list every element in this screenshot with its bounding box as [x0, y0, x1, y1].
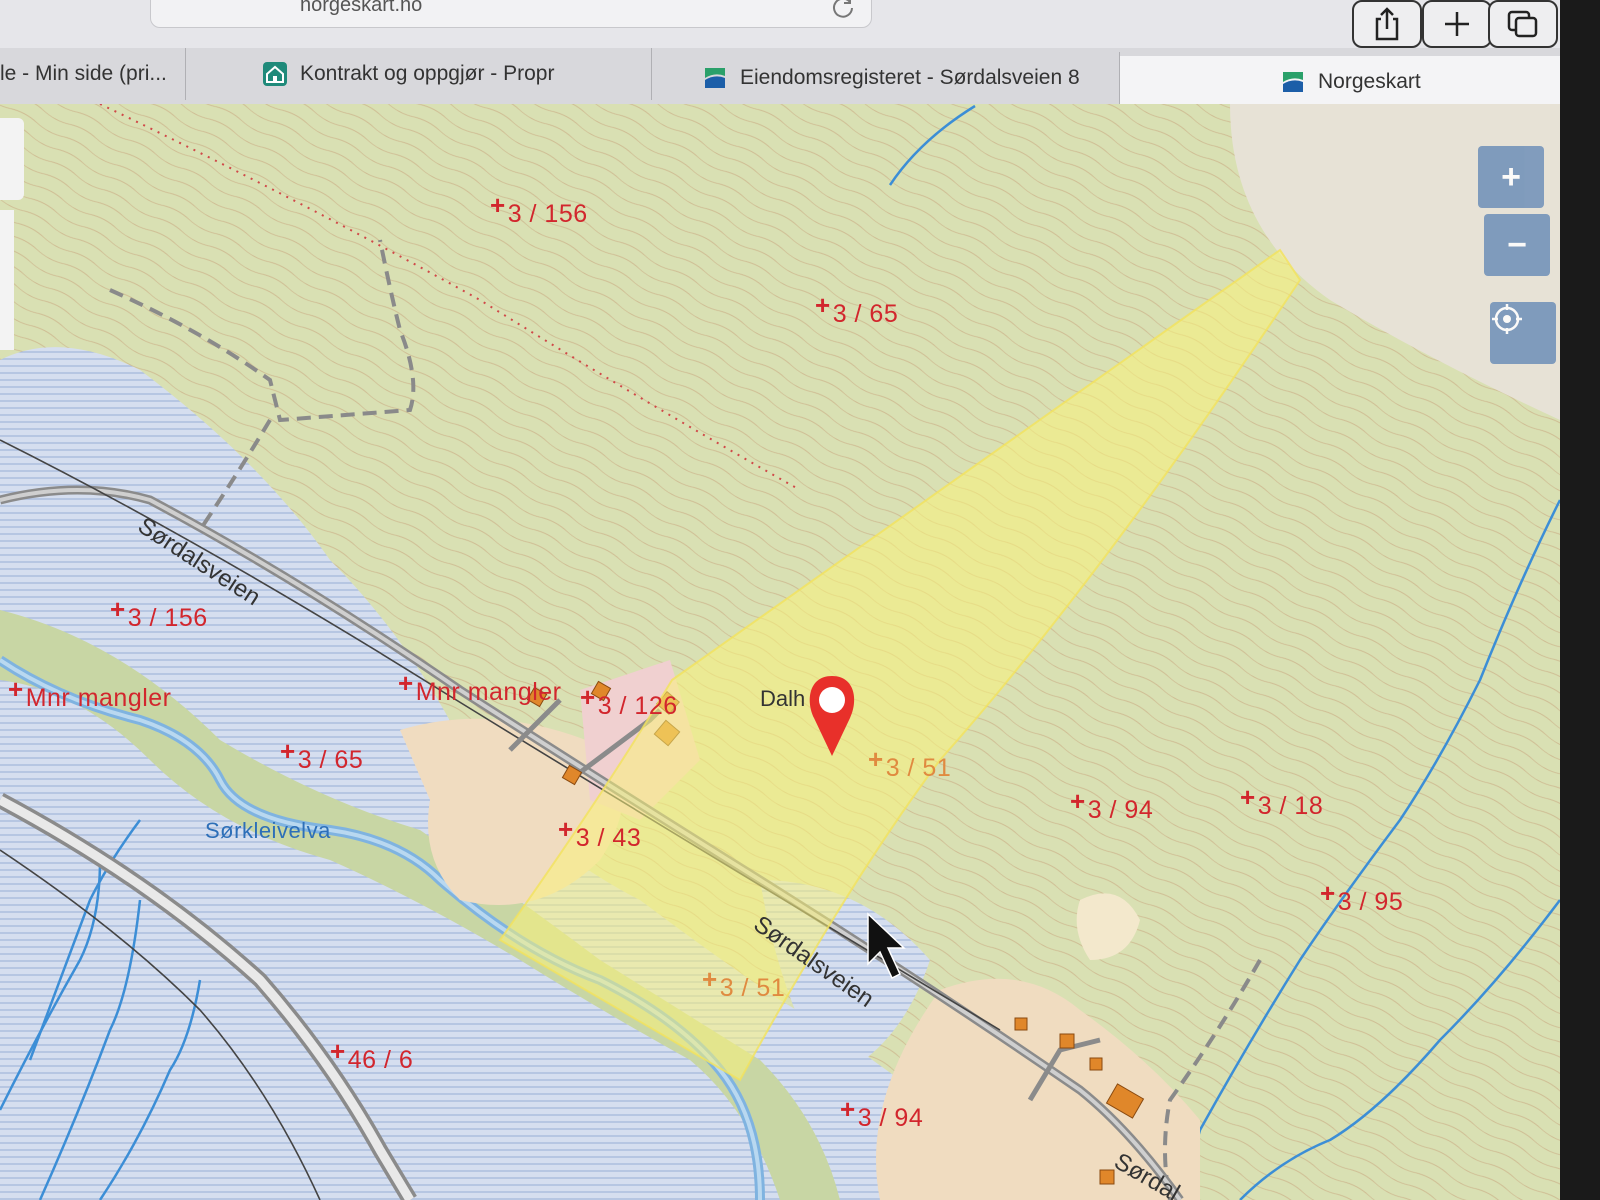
parcel-text: 3 / 65 [297, 746, 364, 774]
parcel-marker-icon: + [580, 682, 596, 712]
parcel-label[interactable]: +3 / 65 [815, 290, 899, 329]
parcel-text: 46 / 6 [347, 1046, 414, 1074]
tab-label: Norgeskart [1318, 70, 1421, 93]
browser-toolbar: norgeskart.no [0, 0, 1600, 50]
map-canvas[interactable]: +3 / 156 +3 / 65 +3 / 156 +Mnr mangler +… [0, 104, 1600, 1200]
tab-norgeskart[interactable]: Norgeskart [1120, 56, 1580, 108]
share-button[interactable] [1352, 0, 1422, 48]
screen: norgeskart.no le - Min side (pri... Kont… [0, 0, 1600, 1200]
parcel-text: 3 / 156 [507, 200, 588, 228]
parcel-marker-icon: + [398, 668, 414, 698]
parcel-marker-icon: + [110, 594, 126, 624]
tab-label: le - Min side (pri... [0, 62, 167, 85]
parcel-marker-icon: + [1320, 878, 1336, 908]
parcel-text: 3 / 94 [1087, 796, 1154, 824]
tab-min-side[interactable]: le - Min side (pri... [0, 48, 186, 100]
tab-bar: le - Min side (pri... Kontrakt og oppgjø… [0, 48, 1600, 108]
parcel-text: 3 / 126 [597, 692, 678, 720]
parcel-label[interactable]: +3 / 51 [702, 964, 786, 1003]
tab-eiendomsregisteret[interactable]: Eiendomsregisteret - Sørdalsveien 8 [652, 52, 1120, 104]
screen-bezel [1560, 0, 1600, 1200]
river-label: Sørkleivelva [205, 818, 331, 843]
parcel-text: Mnr mangler [25, 684, 172, 712]
parcel-label[interactable]: +Mnr mangler [8, 674, 172, 713]
parcel-marker-icon: + [1070, 786, 1086, 816]
tabs-overview-button[interactable] [1488, 0, 1558, 48]
parcel-text: 3 / 95 [1337, 888, 1404, 916]
parcel-label[interactable]: +3 / 126 [580, 682, 678, 721]
parcel-label[interactable]: +3 / 65 [280, 736, 364, 775]
parcel-marker-icon: + [1240, 782, 1256, 812]
parcel-label[interactable]: +3 / 51 [868, 744, 952, 783]
kartverket-logo-icon [705, 68, 725, 88]
parcel-label[interactable]: +46 / 6 [330, 1036, 414, 1075]
parcel-label[interactable]: +3 / 43 [558, 814, 642, 853]
parcel-marker-icon: + [815, 290, 831, 320]
house-icon [263, 62, 287, 86]
parcel-label[interactable]: +3 / 18 [1240, 782, 1324, 821]
parcel-marker-icon: + [840, 1094, 856, 1124]
side-panel-handle[interactable] [0, 118, 24, 200]
kartverket-logo-icon [1283, 72, 1303, 92]
address-text[interactable]: norgeskart.no [300, 0, 422, 17]
parcel-text: 3 / 156 [127, 604, 208, 632]
place-label: Dalh [760, 686, 806, 711]
tab-label: Eiendomsregisteret - Sørdalsveien 8 [740, 66, 1080, 89]
parcel-marker-icon: + [868, 744, 884, 774]
parcel-marker-icon: + [330, 1036, 346, 1066]
parcel-label[interactable]: +3 / 94 [840, 1094, 924, 1133]
parcel-marker-icon: + [490, 190, 506, 220]
parcel-label[interactable]: +3 / 156 [110, 594, 208, 633]
tab-label: Kontrakt og oppgjør - Propr [300, 62, 555, 85]
parcel-label[interactable]: +3 / 156 [490, 190, 588, 229]
map-layer [0, 104, 1600, 1200]
parcel-text: Mnr mangler [415, 678, 562, 706]
parcel-label[interactable]: +Mnr mangler [398, 668, 562, 707]
parcel-text: 3 / 94 [857, 1104, 924, 1132]
parcel-text: 3 / 18 [1257, 792, 1324, 820]
parcel-marker-icon: + [702, 964, 718, 994]
side-panel-handle[interactable] [0, 210, 14, 350]
parcel-marker-icon: + [280, 736, 296, 766]
new-tab-button[interactable] [1422, 0, 1492, 48]
parcel-text: 3 / 51 [719, 974, 786, 1002]
parcel-label[interactable]: +3 / 95 [1320, 878, 1404, 917]
parcel-text: 3 / 43 [575, 824, 642, 852]
parcel-text: 3 / 51 [885, 754, 952, 782]
locate-button[interactable] [1490, 302, 1556, 364]
tab-kontrakt[interactable]: Kontrakt og oppgjør - Propr [186, 48, 652, 100]
address-bar[interactable] [150, 0, 872, 28]
parcel-marker-icon: + [8, 674, 24, 704]
crosshair-icon [1492, 304, 1522, 334]
parcel-text: 3 / 65 [832, 300, 899, 328]
parcel-marker-icon: + [558, 814, 574, 844]
zoom-out-button[interactable]: − [1484, 214, 1550, 276]
zoom-in-button[interactable]: + [1478, 146, 1544, 208]
reload-icon[interactable] [830, 0, 856, 20]
share-icon [1375, 7, 1399, 41]
new-tab-icon [1445, 12, 1469, 36]
tabs-overview-icon [1507, 10, 1538, 38]
parcel-label[interactable]: +3 / 94 [1070, 786, 1154, 825]
